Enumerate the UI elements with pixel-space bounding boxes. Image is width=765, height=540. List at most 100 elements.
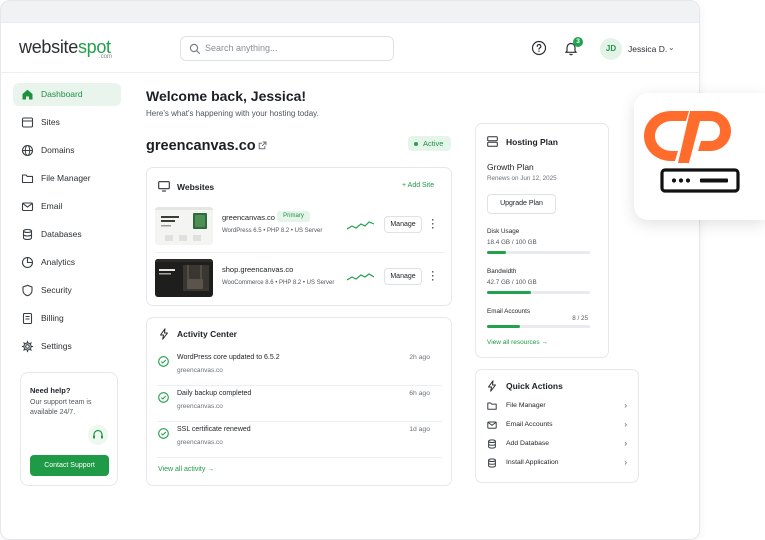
browser-icon [21, 117, 34, 128]
list-item[interactable]: WordPress core updated to 6.5.2 greencan… [157, 354, 442, 384]
more-options-icon[interactable]: · · · [431, 268, 435, 285]
sidebar-item-databases[interactable]: Databases [13, 223, 121, 246]
chevron-right-icon: › [624, 401, 627, 410]
sidebar-item-sites[interactable]: Sites [13, 111, 121, 134]
cpanel-logo-tile[interactable] [634, 93, 765, 220]
sidebar-item-file-manager[interactable]: File Manager [13, 167, 121, 190]
user-name[interactable]: Jessica D. [628, 44, 667, 54]
activity-title-text: WordPress core updated to 6.5.2 [177, 354, 280, 361]
sidebar-item-billing[interactable]: Billing [13, 307, 121, 330]
gear-icon [21, 340, 34, 353]
quick-action-label: Install Application [506, 459, 559, 466]
globe-icon [21, 144, 34, 157]
manage-button[interactable]: Manage [384, 268, 422, 285]
window-chrome [1, 1, 699, 23]
sidebar-item-label: Domains [41, 145, 75, 155]
page-title: Welcome back, Jessica! [146, 88, 307, 104]
search-input[interactable]: Search anything... [180, 36, 394, 61]
sidebar-item-label: Settings [41, 341, 72, 351]
headset-icon [88, 425, 108, 445]
add-site-button[interactable]: + Add Site [402, 182, 434, 189]
site-meta: WordPress 6.5 • PHP 8.2 • US Server [222, 228, 323, 234]
bandwidth-fill [487, 291, 531, 294]
activity-title: Activity Center [177, 329, 237, 339]
mail-icon [487, 421, 497, 429]
quick-action-email-accounts[interactable]: Email Accounts › [487, 420, 627, 432]
chevron-right-icon: › [624, 439, 627, 448]
site-name[interactable]: greencanvas.co [222, 213, 275, 222]
primary-badge: Primary [277, 211, 310, 222]
site-row[interactable]: shop.greencanvas.co WooCommerce 8.6 • PH… [155, 259, 445, 299]
hosting-plan-card: Hosting Plan Growth Plan Renews on Jun 1… [475, 123, 609, 358]
contact-support-button[interactable]: Contact Support [30, 455, 109, 476]
disk-usage-fill [487, 251, 506, 254]
sparkline-chart [347, 221, 374, 230]
list-item[interactable]: Daily backup completed greencanvas.co 6h… [157, 390, 442, 420]
more-options-icon[interactable]: · · · [431, 216, 435, 233]
external-link-icon[interactable] [258, 141, 267, 150]
disk-usage-value: 18.4 GB / 100 GB [487, 239, 537, 246]
divider [157, 421, 442, 422]
view-all-resources-link[interactable]: View all resources → [487, 339, 548, 346]
quick-action-install-application[interactable]: Install Application › [487, 458, 627, 470]
activity-title-text: SSL certificate renewed [177, 426, 251, 433]
avatar[interactable]: JD [600, 38, 622, 60]
monitor-icon [158, 181, 170, 192]
email-accounts-value: 8 / 25 [572, 315, 588, 322]
chevron-down-icon[interactable]: ⌄ [668, 43, 675, 52]
sidebar-item-label: Email [41, 201, 63, 211]
activity-domain: greencanvas.co [177, 403, 223, 410]
folder-icon [21, 174, 34, 184]
app-window: websitespot .com Search anything... 3 JD… [0, 0, 700, 540]
card-icon [22, 312, 33, 325]
help-title: Need help? [30, 386, 71, 395]
email-accounts-bar [487, 325, 590, 328]
hosting-plan-title: Hosting Plan [506, 137, 558, 147]
sidebar: Dashboard Sites Domains File Manager Ema… [1, 73, 131, 539]
help-card: Need help? Our support team is available… [20, 372, 118, 486]
site-name[interactable]: shop.greencanvas.co [222, 265, 293, 274]
websites-title: Websites [177, 182, 215, 192]
plan-name: Growth Plan [487, 162, 534, 172]
site-meta: WooCommerce 8.6 • PHP 8.2 • US Server [222, 280, 335, 286]
search-placeholder: Search anything... [205, 43, 278, 53]
view-all-activity-link[interactable]: View all activity → [158, 466, 214, 473]
quick-action-file-manager[interactable]: File Manager › [487, 401, 627, 413]
quick-actions-title: Quick Actions [506, 381, 563, 391]
quick-action-label: File Manager [506, 402, 546, 409]
help-icon[interactable] [531, 40, 547, 56]
upgrade-plan-button[interactable]: Upgrade Plan [487, 194, 556, 214]
folder-icon [487, 402, 497, 410]
site-thumbnail [155, 207, 213, 245]
shield-icon [22, 284, 33, 297]
brand-logo[interactable]: websitespot [19, 37, 111, 58]
quick-action-label: Email Accounts [506, 421, 553, 428]
site-row[interactable]: greencanvas.co Primary WordPress 6.5 • P… [155, 207, 445, 247]
sidebar-item-email[interactable]: Email [13, 195, 121, 218]
list-item[interactable]: SSL certificate renewed greencanvas.co 1… [157, 426, 442, 456]
notification-badge: 3 [573, 37, 583, 47]
sidebar-item-label: Databases [41, 229, 82, 239]
quick-action-add-database[interactable]: Add Database › [487, 439, 627, 451]
sidebar-item-dashboard[interactable]: Dashboard [13, 83, 121, 106]
check-circle-icon [158, 392, 169, 403]
manage-button[interactable]: Manage [384, 216, 422, 233]
sidebar-item-analytics[interactable]: Analytics [13, 251, 121, 274]
sidebar-item-label: Dashboard [41, 89, 83, 99]
sidebar-item-settings[interactable]: Settings [13, 335, 121, 358]
status-dot [414, 142, 418, 146]
divider [155, 252, 445, 253]
sidebar-item-label: File Manager [41, 173, 91, 183]
sidebar-item-security[interactable]: Security [13, 279, 121, 302]
check-circle-icon [158, 356, 169, 367]
sidebar-item-label: Security [41, 285, 72, 295]
mail-icon [21, 202, 34, 212]
site-thumbnail [155, 259, 213, 297]
chevron-right-icon: › [624, 420, 627, 429]
activity-title-text: Daily backup completed [177, 390, 252, 397]
chart-icon [21, 256, 34, 269]
sidebar-item-domains[interactable]: Domains [13, 139, 121, 162]
activity-time: 6h ago [409, 390, 430, 397]
page-subtitle: Here's what's happening with your hostin… [146, 109, 319, 118]
websites-card: Websites + Add Site greencanvas.co Prima… [146, 167, 452, 306]
